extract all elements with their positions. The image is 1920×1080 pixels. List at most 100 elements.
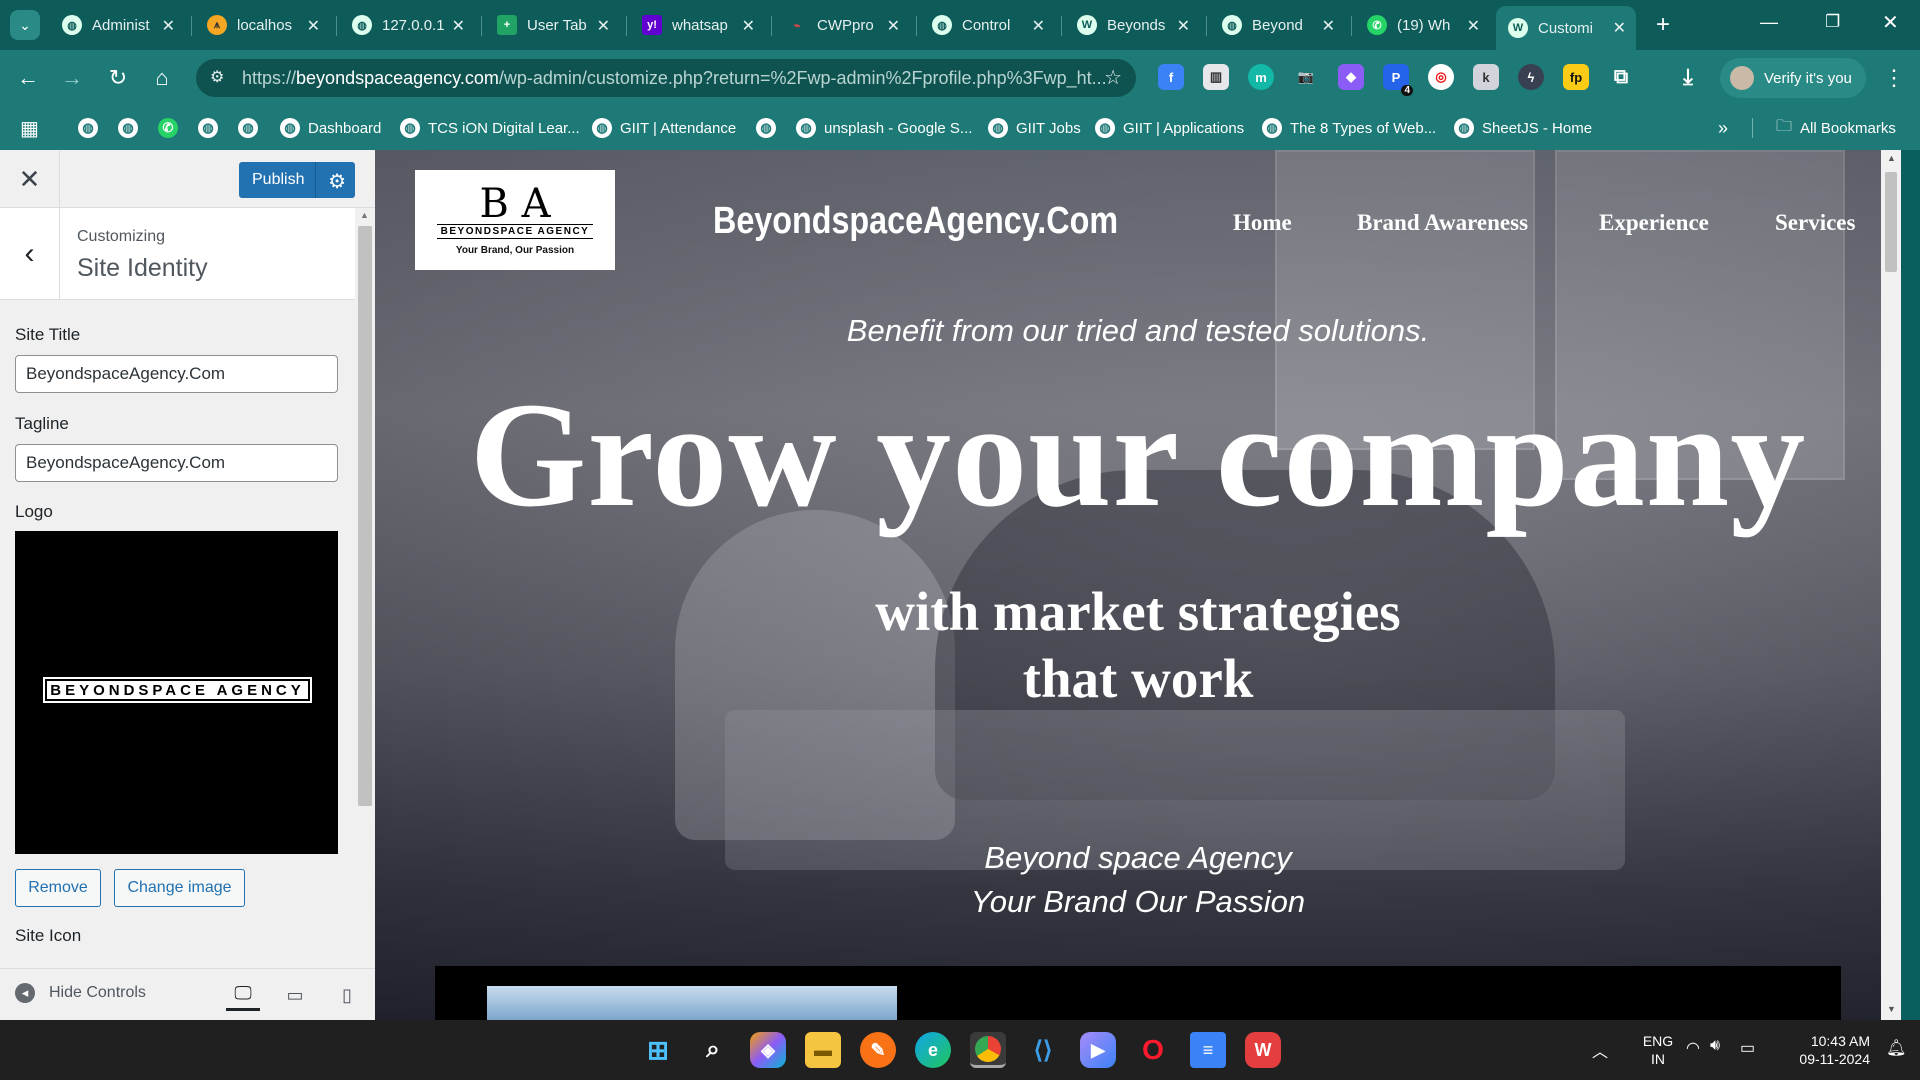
opera-icon[interactable]: O — [1135, 1032, 1171, 1068]
nav-home[interactable]: Home — [1233, 210, 1292, 236]
bookmark-unsplash[interactable]: ◍ unsplash - Google S... — [796, 116, 972, 140]
scroll-up-arrow-icon[interactable]: ▲ — [360, 210, 369, 220]
language-indicator[interactable]: ENG IN — [1636, 1032, 1680, 1068]
home-icon[interactable]: ⌂ — [146, 62, 178, 94]
close-tab-icon[interactable]: ✕ — [1322, 16, 1335, 36]
wps-office-icon[interactable]: W — [1245, 1032, 1281, 1068]
profile-verify-button[interactable]: Verify it's you — [1720, 58, 1866, 98]
scroll-up-arrow-icon[interactable]: ▲ — [1887, 153, 1896, 163]
close-tab-icon[interactable]: ✕ — [597, 16, 610, 36]
battery-icon[interactable]: ▭ — [1740, 1038, 1755, 1058]
tab-user-table[interactable]: + User Tab ✕ — [485, 10, 620, 40]
close-tab-icon[interactable]: ✕ — [742, 16, 755, 36]
extension-icon[interactable]: ▥ — [1203, 64, 1229, 90]
close-tab-icon[interactable]: ✕ — [162, 16, 175, 36]
tab-whatsapp-search[interactable]: y! whatsap ✕ — [630, 10, 765, 40]
tab-127[interactable]: ◍ 127.0.0.1 ✕ — [340, 10, 475, 40]
extension-icon[interactable]: ◆ — [1338, 64, 1364, 90]
extension-icon[interactable]: fp — [1563, 64, 1589, 90]
remove-logo-button[interactable]: Remove — [15, 869, 101, 907]
hide-controls-button[interactable]: ◂ Hide Controls — [15, 983, 146, 1003]
all-bookmarks[interactable]: 🗀 All Bookmarks — [1776, 116, 1896, 140]
close-tab-icon[interactable]: ✕ — [1613, 18, 1626, 38]
close-tab-icon[interactable]: ✕ — [452, 16, 465, 36]
site-logo[interactable]: B A BEYONDSPACE AGENCY Your Brand, Our P… — [415, 170, 615, 270]
bookmarks-overflow-icon[interactable]: » — [1718, 116, 1728, 140]
vscode-icon[interactable]: ⟨⟩ — [1025, 1032, 1061, 1068]
tab-localhost[interactable]: ⩚ localhos ✕ — [195, 10, 330, 40]
wifi-icon[interactable]: ◠ — [1686, 1038, 1700, 1058]
nav-services[interactable]: Services — [1775, 210, 1855, 236]
logo-preview-image[interactable]: BEYONDSPACE AGENCY — [15, 531, 338, 854]
extension-icon[interactable]: ϟ — [1518, 64, 1544, 90]
close-window-button[interactable]: ✕ — [1882, 10, 1899, 35]
pen-app-icon[interactable]: ✎ — [860, 1032, 896, 1068]
close-customizer-icon[interactable]: ✕ — [0, 150, 60, 208]
back-arrow-icon[interactable]: ← — [12, 62, 44, 94]
bookmark-star-icon[interactable]: ☆ — [1104, 65, 1122, 90]
bookmark-giit-attendance[interactable]: ◍ GIIT | Attendance — [592, 116, 736, 140]
new-tab-button[interactable]: + — [1648, 10, 1678, 40]
close-tab-icon[interactable]: ✕ — [1032, 16, 1045, 36]
close-tab-icon[interactable]: ✕ — [887, 16, 900, 36]
tab-administ[interactable]: ◍ Administ ✕ — [50, 10, 185, 40]
scrollbar-thumb[interactable] — [1885, 172, 1897, 272]
bookmark-icon-only[interactable]: ◍ — [238, 116, 266, 140]
scroll-down-arrow-icon[interactable]: ▼ — [1887, 1004, 1896, 1014]
site-info-icon[interactable]: ⚙ — [210, 67, 224, 87]
bookmark-icon-only[interactable]: ◍ — [78, 116, 106, 140]
scrollbar-thumb[interactable] — [358, 226, 372, 806]
bookmark-icon-only[interactable]: ◍ — [118, 116, 146, 140]
download-icon[interactable]: ⤓ — [1675, 64, 1701, 90]
notification-bell-icon[interactable]: 🔔︎ — [1886, 1038, 1906, 1058]
close-tab-icon[interactable]: ✕ — [1177, 16, 1190, 36]
bookmark-whatsapp[interactable]: ✆ — [158, 116, 186, 140]
bookmark-sheetjs[interactable]: ◍ SheetJS - Home — [1454, 116, 1592, 140]
chrome-icon[interactable] — [970, 1032, 1006, 1068]
site-title-input[interactable]: BeyondspaceAgency.Com — [15, 355, 338, 393]
file-explorer-icon[interactable]: ▬ — [805, 1032, 841, 1068]
media-player-icon[interactable]: ▶ — [1080, 1032, 1116, 1068]
mobile-preview-icon[interactable]: ▯ — [330, 979, 364, 1011]
search-icon[interactable]: ⌕ — [695, 1032, 731, 1068]
tray-overflow-chevron-icon[interactable]: ︿ — [1592, 1038, 1608, 1062]
restore-button[interactable]: ❐ — [1825, 12, 1840, 32]
tab-cwppro[interactable]: ⌁ CWPpro ✕ — [775, 10, 910, 40]
bookmark-icon-only[interactable]: ◍ — [756, 116, 784, 140]
nav-experience[interactable]: Experience — [1599, 210, 1709, 236]
back-chevron-icon[interactable]: ‹ — [0, 208, 60, 300]
puzzle-extensions-icon[interactable]: ⧉ — [1608, 64, 1634, 90]
volume-icon[interactable]: 🔊︎ — [1710, 1037, 1720, 1055]
forward-arrow-icon[interactable]: → — [56, 62, 88, 94]
nav-brand-awareness[interactable]: Brand Awareness — [1357, 210, 1528, 236]
minimize-button[interactable]: — — [1760, 12, 1778, 33]
tablet-preview-icon[interactable]: ▭ — [278, 979, 312, 1011]
tab-control[interactable]: ◍ Control ✕ — [920, 10, 1055, 40]
preview-scrollbar[interactable]: ▲ ▼ — [1881, 150, 1901, 1020]
publish-settings-gear-icon[interactable]: ⚙ — [328, 169, 346, 194]
tagline-input[interactable]: BeyondspaceAgency.Com — [15, 444, 338, 482]
extension-icon[interactable]: f — [1158, 64, 1184, 90]
tab-customize-active[interactable]: W Customi ✕ — [1496, 6, 1636, 50]
bookmark-icon-only[interactable]: ◍ — [198, 116, 226, 140]
bookmark-tcs-ion[interactable]: ◍ TCS iON Digital Lear... — [400, 116, 580, 140]
apps-grid-icon[interactable]: ▦ — [20, 116, 39, 140]
extension-icon[interactable]: m — [1248, 64, 1274, 90]
clock[interactable]: 10:43 AM 09-11-2024 — [1770, 1032, 1870, 1068]
close-tab-icon[interactable]: ✕ — [1467, 16, 1480, 36]
change-image-button[interactable]: Change image — [114, 869, 245, 907]
extension-icon[interactable]: P4 — [1383, 64, 1413, 96]
tab-beyonds[interactable]: W Beyonds ✕ — [1065, 10, 1200, 40]
extension-icon[interactable]: k — [1473, 64, 1499, 90]
site-title[interactable]: BeyondspaceAgency.Com — [713, 200, 1118, 243]
windows-start-icon[interactable]: ⊞ — [640, 1032, 676, 1068]
close-tab-icon[interactable]: ✕ — [307, 16, 320, 36]
copilot-icon[interactable]: ◈ — [750, 1032, 786, 1068]
address-bar[interactable]: ⚙ https://beyondspaceagency.com/wp-admin… — [196, 59, 1136, 97]
tab-whatsapp[interactable]: ✆ (19) Wh ✕ — [1355, 10, 1490, 40]
bookmark-dashboard[interactable]: ◍ Dashboard — [280, 116, 381, 140]
edge-icon[interactable]: e — [915, 1032, 951, 1068]
panel-scrollbar[interactable]: ▲ ▼ — [355, 208, 375, 988]
publish-button[interactable]: Publish ⚙ — [239, 162, 355, 198]
reload-icon[interactable]: ↻ — [102, 62, 134, 94]
